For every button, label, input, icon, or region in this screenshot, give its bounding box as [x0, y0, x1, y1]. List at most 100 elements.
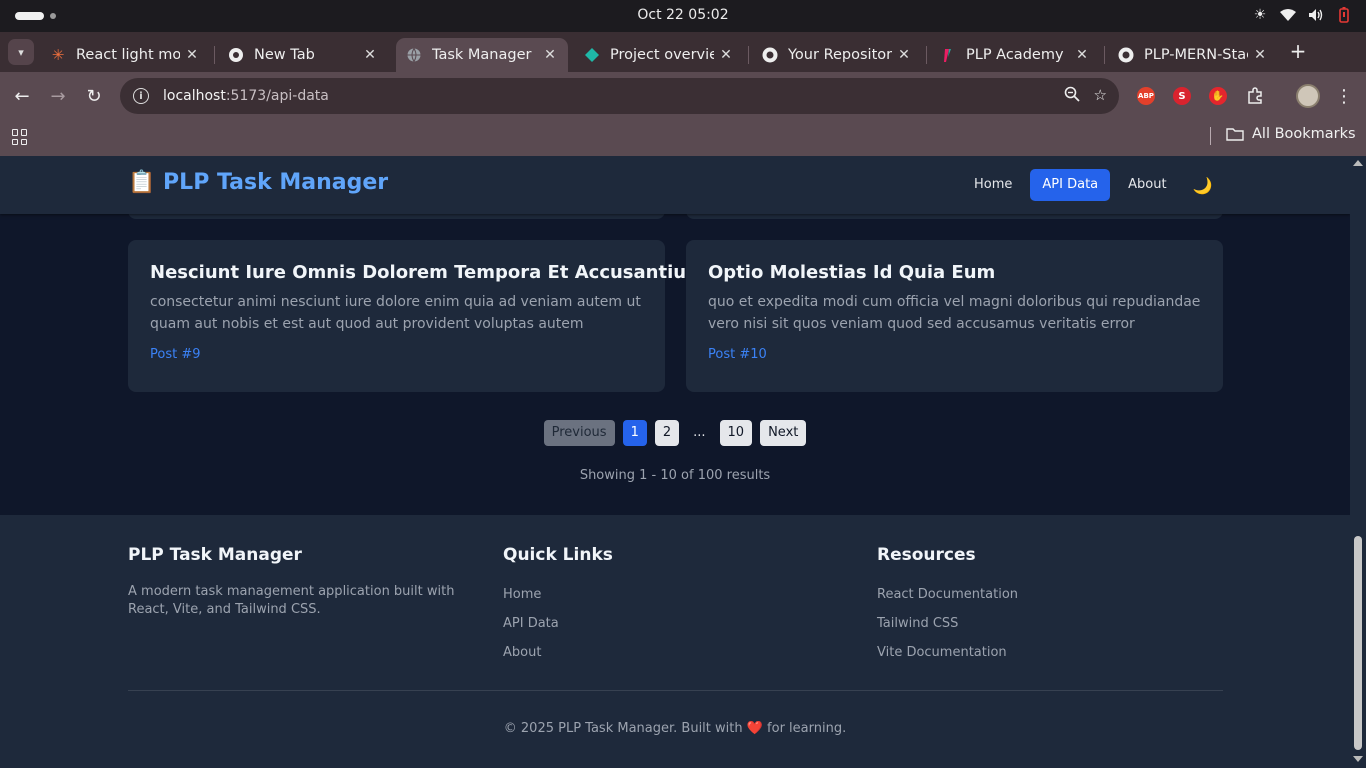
- chrome-icon: [228, 47, 244, 63]
- battery-icon[interactable]: [1336, 6, 1352, 24]
- bookmark-star-icon[interactable]: ☆: [1094, 86, 1107, 106]
- page-button-2[interactable]: 2: [654, 420, 680, 446]
- previous-page-button[interactable]: Previous: [543, 420, 615, 446]
- post-title: Optio Molestias Id Quia Eum: [708, 262, 996, 283]
- post-body: quo et expedita modi cum officia vel mag…: [708, 294, 1201, 332]
- tab-separator: [748, 46, 749, 64]
- tab-separator: [926, 46, 927, 64]
- tab-close-icon[interactable]: ✕: [358, 47, 382, 63]
- site-footer: PLP Task Manager A modern task managemen…: [0, 515, 1350, 768]
- tab-title: Project overview: [610, 47, 714, 63]
- post-card: Nesciunt Iure Omnis Dolorem Tempora Et A…: [128, 240, 705, 392]
- app-navbar: 📋 PLP Task Manager Home API Data About 🌙: [0, 156, 1350, 214]
- footer-about: PLP Task Manager A modern task managemen…: [128, 545, 473, 619]
- footer-link-home[interactable]: Home: [503, 587, 613, 616]
- url-text[interactable]: localhost:5173/api-data: [163, 88, 329, 104]
- nav-about-link[interactable]: About: [1116, 169, 1178, 201]
- next-page-button[interactable]: Next: [760, 420, 807, 446]
- tab-search-chevron-icon[interactable]: ▾: [8, 39, 34, 65]
- hand-extension-icon[interactable]: ✋: [1209, 87, 1227, 105]
- nav-api-data-link[interactable]: API Data: [1030, 169, 1111, 201]
- tab-close-icon[interactable]: ✕: [180, 47, 204, 63]
- tab-close-icon[interactable]: ✕: [714, 47, 738, 63]
- tab-title: New Tab: [254, 47, 315, 63]
- page-button-1[interactable]: 1: [622, 420, 647, 446]
- scrollbar-thumb[interactable]: [1354, 536, 1362, 750]
- tab-title: React light mode: [76, 47, 180, 63]
- browser-tab[interactable]: New Tab ✕: [218, 38, 388, 72]
- footer-about-text: A modern task management application bui…: [128, 584, 455, 617]
- post-card: Optio Molestias Id Quia Eum quo et exped…: [686, 240, 1223, 392]
- footer-link-api-data[interactable]: API Data: [503, 616, 613, 645]
- all-bookmarks-button[interactable]: All Bookmarks: [1226, 126, 1356, 142]
- browser-tab[interactable]: ✳ React light mode✕: [40, 38, 210, 72]
- pagination: Previous 1 2 ... 10 Next: [0, 420, 1350, 446]
- github-icon: [762, 47, 778, 63]
- footer-quick-title: Quick Links: [503, 545, 613, 565]
- browser-tab[interactable]: PLP-MERN-Stack✕: [1108, 38, 1278, 72]
- bookmarks-bar: All Bookmarks: [0, 120, 1366, 156]
- footer-divider: [128, 690, 1223, 691]
- browser-tab[interactable]: PLP Academy ✕: [930, 38, 1100, 72]
- tab-separator: [1104, 46, 1105, 64]
- new-tab-plus-icon[interactable]: +: [1288, 41, 1308, 62]
- footer-link-tailwind[interactable]: Tailwind CSS: [877, 616, 1018, 645]
- tab-title: Your Repositories: [788, 47, 892, 63]
- extensions-puzzle-icon[interactable]: [1243, 84, 1267, 108]
- footer-link-about[interactable]: About: [503, 645, 613, 674]
- diamond-icon: [584, 47, 600, 63]
- globe-icon: [406, 47, 422, 63]
- site-info-icon[interactable]: i: [133, 88, 149, 104]
- tab-title: Task Manager: [432, 47, 532, 63]
- tab-close-icon[interactable]: ✕: [538, 47, 562, 63]
- post-id-label: Post #9: [150, 347, 201, 362]
- tab-separator: [214, 46, 215, 64]
- browser-menu-icon[interactable]: ⋮: [1332, 84, 1356, 108]
- tab-close-icon[interactable]: ✕: [1070, 47, 1094, 63]
- footer-resources-title: Resources: [877, 545, 976, 565]
- address-bar[interactable]: i localhost:5173/api-data ☆: [120, 78, 1119, 114]
- apps-grid-icon[interactable]: [12, 129, 28, 145]
- adblock-extension-icon[interactable]: ABP: [1137, 87, 1155, 105]
- forward-arrow-icon[interactable]: →: [46, 84, 70, 108]
- zoom-icon[interactable]: [1064, 86, 1080, 106]
- s-extension-icon[interactable]: S: [1173, 87, 1191, 105]
- github-icon: [1118, 47, 1134, 63]
- folder-icon: [1226, 128, 1244, 141]
- url-path: :5173/api-data: [225, 88, 329, 104]
- tab-close-icon[interactable]: ✕: [892, 47, 916, 63]
- scroll-up-arrow-icon[interactable]: [1353, 160, 1363, 166]
- theme-toggle-moon-icon[interactable]: 🌙: [1193, 176, 1213, 195]
- tab-close-icon[interactable]: ✕: [1248, 47, 1272, 63]
- page-viewport: Nesciunt Iure Omnis Dolorem Tempora Et A…: [0, 156, 1350, 768]
- nav-home-link[interactable]: Home: [962, 169, 1024, 201]
- profile-avatar[interactable]: [1296, 84, 1320, 108]
- react-asterisk-icon: ✳: [51, 46, 65, 64]
- url-host: localhost: [163, 88, 226, 104]
- browser-tab[interactable]: Task Manager ✕: [396, 38, 568, 72]
- volume-icon[interactable]: [1308, 6, 1324, 24]
- tab-title: PLP-MERN-Stack: [1144, 47, 1248, 63]
- all-bookmarks-label: All Bookmarks: [1252, 126, 1356, 142]
- tab-title: PLP Academy: [966, 47, 1064, 63]
- reload-icon[interactable]: ↻: [82, 84, 106, 108]
- footer-link-react-docs[interactable]: React Documentation: [877, 587, 1018, 616]
- results-summary: Showing 1 - 10 of 100 results: [579, 468, 771, 483]
- footer-link-vite-docs[interactable]: Vite Documentation: [877, 645, 1018, 674]
- footer-resources: Resources React Documentation Tailwind C…: [877, 545, 1018, 674]
- page-button-10[interactable]: 10: [719, 420, 753, 446]
- browser-tab[interactable]: Project overview✕: [574, 38, 744, 72]
- browser-tab[interactable]: Your Repositories✕: [752, 38, 922, 72]
- brightness-icon[interactable]: ☀: [1252, 6, 1268, 24]
- footer-about-title: PLP Task Manager: [128, 545, 302, 565]
- post-id-label: Post #10: [708, 347, 767, 362]
- system-clock[interactable]: Oct 22 05:02: [0, 7, 1366, 23]
- app-brand[interactable]: 📋 PLP Task Manager: [128, 170, 388, 195]
- plp-icon: [940, 47, 956, 63]
- back-arrow-icon[interactable]: ←: [10, 84, 34, 108]
- footer-copyright: © 2025 PLP Task Manager. Built with ❤️ f…: [503, 721, 847, 736]
- wifi-icon[interactable]: [1280, 6, 1296, 24]
- scroll-down-arrow-icon[interactable]: [1353, 756, 1363, 762]
- page-ellipsis: ...: [693, 425, 706, 440]
- post-body: consectetur animi nesciunt iure dolore e…: [150, 294, 641, 332]
